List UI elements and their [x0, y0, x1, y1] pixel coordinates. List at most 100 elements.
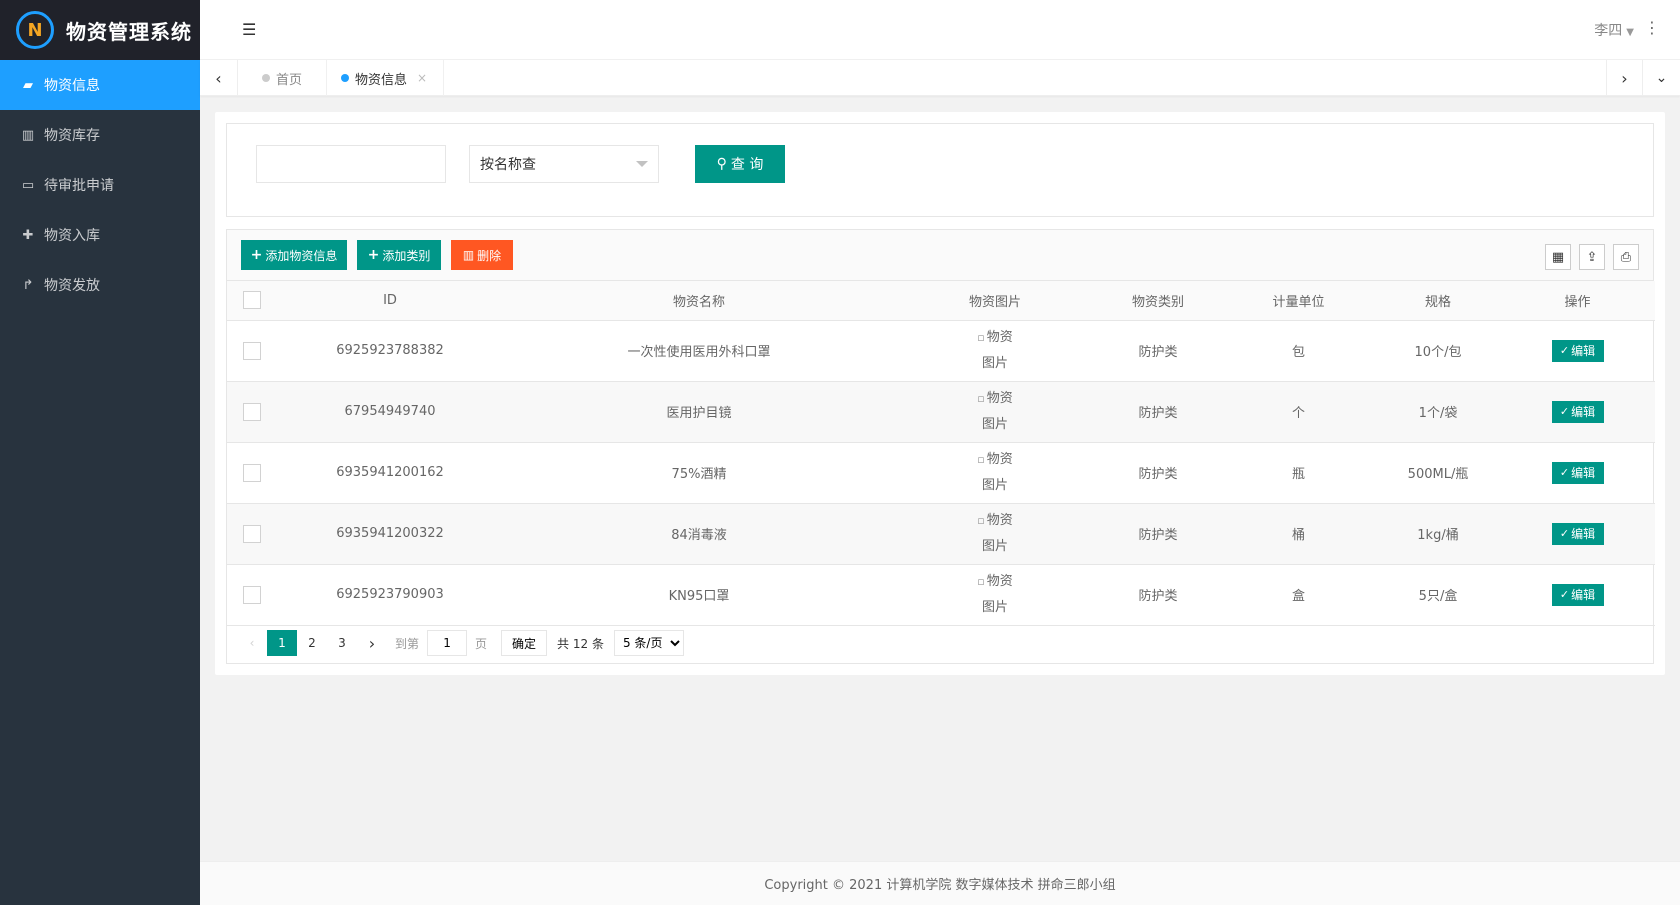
page-1[interactable]: 1 [267, 630, 297, 656]
cell-name: 84消毒液 [503, 503, 895, 565]
edit-icon: ✓ [1559, 405, 1570, 418]
broken-image-icon: ▫ [977, 452, 985, 466]
cell-image: ▫ 物资 图片 [895, 564, 1095, 626]
cell-name: 医用护目镜 [503, 381, 895, 443]
page-size-select[interactable]: 5 条/页 [613, 630, 684, 656]
copyright-text: Copyright © 2021 计算机学院 数字媒体技术 拼命三郎小组 [764, 878, 1116, 893]
plus-icon: + [250, 247, 263, 263]
row-checkbox[interactable] [243, 524, 261, 543]
edit-button[interactable]: ✓ 编辑 [1551, 522, 1604, 545]
print-icon[interactable]: ⎙ [1613, 244, 1639, 270]
user-menu[interactable]: 李四 ▼ [1594, 20, 1634, 40]
add-material-info-label: 添加物资信息 [265, 248, 338, 263]
export-icon[interactable]: ⇪ [1579, 244, 1605, 270]
bar-chart-icon: ▥ [21, 127, 35, 143]
prev-page-icon[interactable]: ‹ [237, 630, 267, 656]
image-alt-line1: 物资 [986, 451, 1013, 467]
cell-id: 6935941200322 [277, 503, 503, 565]
goto-label: 到第 [395, 636, 420, 651]
columns-filter-icon[interactable]: ▦ [1545, 244, 1571, 270]
tab-options-chevron-down-icon[interactable]: ⌄ [1642, 60, 1680, 96]
row-select [227, 320, 277, 382]
row-checkbox[interactable] [243, 341, 261, 360]
top-header: ☰ 李四 ▼ ⋮ [200, 0, 1680, 60]
broken-image-icon: ▫ [977, 574, 985, 588]
tab-close-icon[interactable]: × [417, 71, 427, 85]
next-page-icon[interactable]: › [357, 630, 387, 656]
broken-image: ▫ 物资 图片 [895, 325, 1095, 377]
row-checkbox[interactable] [243, 585, 261, 604]
table-row: 6925923790903 KN95口罩 ▫ 物资 图片 防护类盒 5只/盒 ✓ 编辑 [227, 564, 1655, 626]
row-checkbox[interactable] [243, 463, 261, 482]
cell-unit: 桶 [1221, 503, 1376, 565]
row-checkbox[interactable] [243, 402, 261, 421]
edit-button[interactable]: ✓ 编辑 [1551, 461, 1604, 484]
delete-label: 删除 [477, 248, 502, 263]
footer: Copyright © 2021 计算机学院 数字媒体技术 拼命三郎小组 [200, 861, 1680, 905]
cell-actions: ✓ 编辑 [1500, 320, 1655, 382]
sidebar-item-0[interactable]: ▰ 物资信息 [0, 60, 200, 110]
tab-home[interactable]: 首页 [238, 60, 328, 96]
sidebar-item-2[interactable]: ▭ 待审批申请 [0, 160, 200, 210]
edit-icon: ✓ [1559, 344, 1570, 357]
search-type-select[interactable]: 按名称查 [469, 145, 659, 183]
cell-id: 6935941200162 [277, 442, 503, 504]
cell-actions: ✓ 编辑 [1500, 381, 1655, 443]
cell-image: ▫ 物资 图片 [895, 320, 1095, 382]
edit-button[interactable]: ✓ 编辑 [1551, 339, 1604, 362]
search-icon: ⚲ [716, 156, 727, 172]
search-button-label: 查 询 [730, 157, 764, 173]
cell-spec: 1kg/桶 [1376, 503, 1500, 565]
table-row: 6935941200322 84消毒液 ▫ 物资 图片 防护类桶 1kg/桶 ✓ 编辑 [227, 503, 1655, 565]
broken-image: ▫ 物资 图片 [895, 569, 1095, 621]
image-alt-line2: 图片 [981, 416, 1008, 432]
menu-toggle-icon[interactable]: ☰ [242, 20, 256, 39]
image-alt-line1: 物资 [986, 512, 1013, 528]
tab-materials-info[interactable]: 物资信息 × [325, 60, 445, 96]
search-panel: 按名称查 ⚲ 查 询 [226, 123, 1654, 217]
column-header-id: ID [277, 281, 503, 321]
delete-button[interactable]: ▥ 删除 [451, 240, 513, 270]
page-3[interactable]: 3 [327, 630, 357, 656]
search-input[interactable] [256, 145, 446, 183]
row-select [227, 564, 277, 626]
cell-category: 防护类 [1095, 381, 1221, 443]
table-row: 6925923788382 一次性使用医用外科口罩 ▫ 物资 图片 防护类包 10个/包 ✓ 编… [227, 320, 1655, 382]
add-material-info-button[interactable]: + 添加物资信息 [241, 240, 347, 270]
cell-actions: ✓ 编辑 [1500, 503, 1655, 565]
more-options-icon[interactable]: ⋮ [1644, 18, 1660, 37]
tab-label: 首页 [276, 72, 303, 88]
cell-image: ▫ 物资 图片 [895, 381, 1095, 443]
goto-confirm-button[interactable]: 确定 [501, 630, 548, 656]
sidebar-item-4[interactable]: ↱ 物资发放 [0, 260, 200, 310]
materials-table-panel: + 添加物资信息 + 添加类别 ▥ 删除 ▦ ⇪ ⎙ ID 物资名称 物资图片 … [226, 229, 1655, 664]
column-header-spec: 规格 [1376, 281, 1500, 321]
add-category-button[interactable]: + 添加类别 [357, 240, 441, 270]
search-type-value: 按名称查 [480, 157, 536, 173]
image-alt-line2: 图片 [981, 477, 1008, 493]
plus-icon: + [367, 247, 380, 263]
select-arrow-icon [636, 161, 648, 167]
tab-scroll-right-icon[interactable]: › [1606, 60, 1642, 96]
edit-label: 编辑 [1571, 527, 1596, 541]
select-all-checkbox[interactable] [243, 291, 261, 310]
caret-down-icon: ▼ [1626, 27, 1634, 38]
page-2[interactable]: 2 [297, 630, 327, 656]
edit-label: 编辑 [1571, 344, 1596, 358]
search-button[interactable]: ⚲ 查 询 [695, 145, 785, 183]
tab-scroll-left-icon[interactable]: ‹ [200, 60, 238, 96]
trash-icon: ▥ [462, 248, 475, 262]
sidebar-item-1[interactable]: ▥ 物资库存 [0, 110, 200, 160]
broken-image-icon: ▫ [977, 513, 985, 527]
logo: N 物资管理系统 [0, 0, 200, 60]
sidebar-item-3[interactable]: ✚ 物资入库 [0, 210, 200, 260]
edit-label: 编辑 [1571, 405, 1596, 419]
cell-category: 防护类 [1095, 442, 1221, 504]
sidebar-item-label: 物资发放 [44, 278, 100, 294]
goto-page-input[interactable] [427, 630, 468, 656]
broken-image-icon: ▫ [977, 391, 985, 405]
column-header-name: 物资名称 [503, 281, 895, 321]
sidebar-item-label: 物资入库 [44, 228, 100, 244]
edit-button[interactable]: ✓ 编辑 [1551, 583, 1604, 606]
edit-button[interactable]: ✓ 编辑 [1551, 400, 1604, 423]
